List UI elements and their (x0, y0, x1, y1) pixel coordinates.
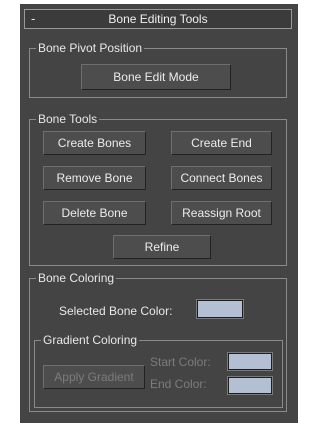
delete-bone-button[interactable]: Delete Bone (43, 201, 146, 225)
bone-editing-tools-panel: - Bone Editing Tools Bone Pivot Position… (20, 4, 298, 423)
rollout-title: Bone Editing Tools (108, 12, 208, 26)
connect-bones-button[interactable]: Connect Bones (171, 166, 272, 190)
gradient-coloring-group: Gradient Coloring Apply Gradient Start C… (34, 332, 283, 408)
refine-button[interactable]: Refine (113, 235, 211, 259)
selected-bone-color-label: Selected Bone Color: (59, 304, 173, 318)
bone-edit-mode-button[interactable]: Bone Edit Mode (81, 64, 231, 90)
bone-pivot-position-group: Bone Pivot Position Bone Edit Mode (29, 40, 287, 98)
create-end-button[interactable]: Create End (171, 131, 272, 155)
create-bones-button[interactable]: Create Bones (43, 131, 146, 155)
bone-coloring-label: Bone Coloring (36, 270, 117, 286)
bone-pivot-position-label: Bone Pivot Position (36, 40, 145, 56)
start-color-swatch[interactable] (227, 352, 273, 371)
start-color-label: Start Color: (150, 355, 211, 369)
end-color-swatch[interactable] (227, 376, 273, 395)
bone-tools-label: Bone Tools (36, 111, 100, 127)
rollout-title-bar[interactable]: - Bone Editing Tools (24, 9, 292, 29)
selected-bone-color-swatch[interactable] (196, 299, 244, 319)
bone-coloring-group: Bone Coloring Selected Bone Color: Gradi… (29, 270, 287, 412)
bone-tools-group: Bone Tools Create Bones Create End Remov… (29, 111, 287, 266)
end-color-label: End Color: (150, 377, 207, 391)
reassign-root-button[interactable]: Reassign Root (171, 201, 272, 225)
gradient-coloring-label: Gradient Coloring (41, 332, 140, 348)
remove-bone-button[interactable]: Remove Bone (43, 166, 146, 190)
apply-gradient-button[interactable]: Apply Gradient (43, 365, 145, 389)
